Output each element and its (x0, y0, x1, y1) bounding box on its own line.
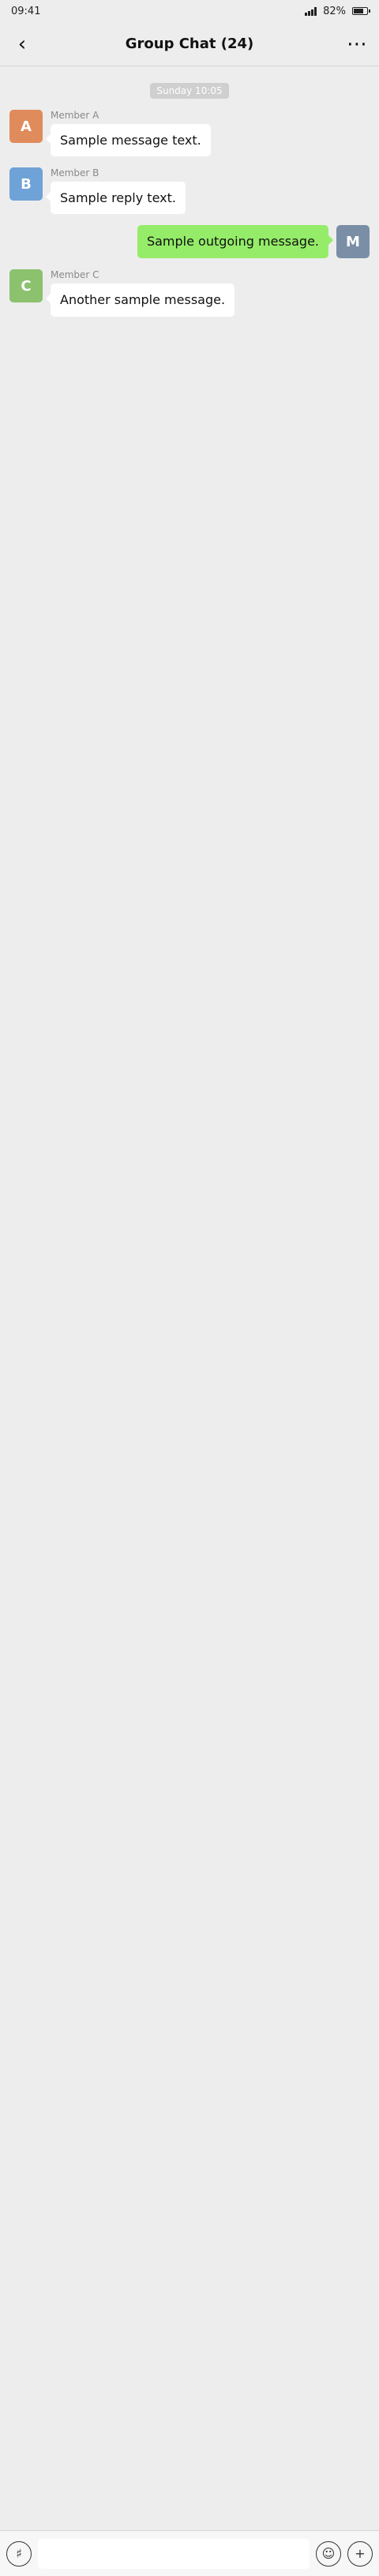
avatar[interactable]: C (9, 269, 43, 303)
message-body: Sample outgoing message. (137, 225, 334, 258)
voice-icon: ♯ (16, 2546, 22, 2561)
back-arrow-icon: ‹ (17, 32, 27, 56)
plus-button[interactable]: + (347, 2540, 373, 2567)
plus-icon: + (355, 2546, 366, 2561)
message-bubble[interactable]: Sample message text. (46, 124, 211, 157)
message-list[interactable]: Sunday 10:05 A Member A Sample message text… (0, 66, 379, 336)
input-bar: ♯ ☺ + (0, 2530, 379, 2576)
time-divider-text: Sunday 10:05 (150, 83, 229, 99)
avatar[interactable]: B (9, 167, 43, 201)
sender-name: Member B (51, 167, 99, 179)
chat-title: Group Chat (24) (125, 36, 254, 52)
incoming-message: C Member C Another sample message. (9, 269, 370, 317)
time-divider: Sunday 10:05 (9, 82, 370, 99)
status-bar: 09:41 82% (0, 0, 379, 22)
message-bubble[interactable]: Sample outgoing message. (137, 225, 334, 258)
battery-level (354, 9, 364, 13)
chat-screen: 09:41 82% ‹ Group Chat (24) ⋯ Sunday 10:… (0, 0, 379, 2576)
message-body: Member C Another sample message. (45, 269, 235, 317)
message-bubble[interactable]: Sample reply text. (46, 182, 186, 215)
sender-name: Member A (51, 110, 99, 121)
emoji-icon: ☺ (321, 2546, 336, 2561)
emoji-button[interactable]: ☺ (316, 2540, 341, 2567)
signal-icon (305, 6, 317, 16)
status-time: 09:41 (11, 5, 41, 17)
battery-icon (352, 7, 370, 15)
back-button[interactable]: ‹ (5, 27, 39, 62)
avatar[interactable]: M (336, 225, 370, 259)
sender-name: Member C (51, 269, 99, 281)
message-input[interactable] (38, 2538, 310, 2569)
battery-percent: 82% (323, 5, 346, 17)
more-icon: ⋯ (347, 32, 367, 56)
avatar[interactable]: A (9, 110, 43, 143)
incoming-message: A Member A Sample message text. (9, 110, 370, 157)
voice-button[interactable]: ♯ (6, 2540, 32, 2567)
chat-header: ‹ Group Chat (24) ⋯ (0, 22, 379, 66)
message-body: Member B Sample reply text. (46, 167, 186, 215)
status-indicators: 82% (305, 5, 370, 17)
outgoing-message: M Sample outgoing message. (9, 225, 370, 259)
incoming-message: B Member B Sample reply text. (9, 167, 370, 215)
message-body: Member A Sample message text. (46, 110, 211, 157)
more-button[interactable]: ⋯ (340, 27, 374, 62)
message-bubble[interactable]: Another sample message. (45, 284, 235, 317)
